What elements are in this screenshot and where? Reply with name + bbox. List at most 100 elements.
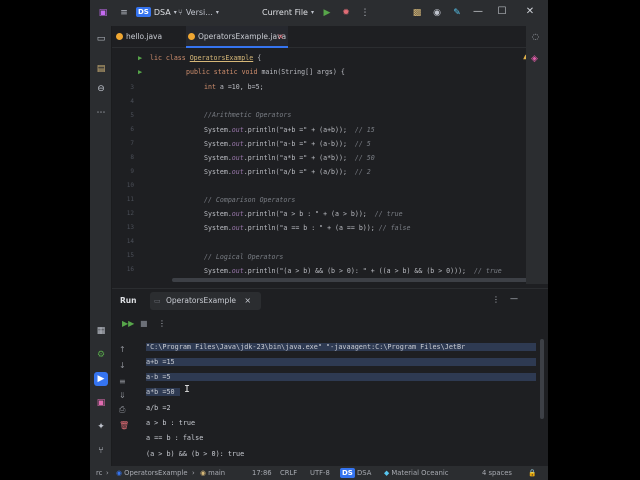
code-text: {	[253, 54, 262, 62]
code-text: main(String[] args) {	[261, 68, 345, 76]
soft-wrap-icon[interactable]: ≡	[119, 377, 126, 386]
run-icon[interactable]: ▶	[320, 6, 334, 20]
java-file-icon	[188, 33, 195, 40]
code-text: a =10, b=5;	[219, 83, 264, 91]
scroll-up-icon[interactable]: ↑	[119, 345, 126, 354]
ai-plugin-icon[interactable]: ◈	[531, 54, 538, 64]
project-badge: DS	[136, 7, 151, 17]
method-icon: ◉	[200, 469, 209, 477]
notifications-icon[interactable]: ◌	[532, 32, 539, 41]
settings-tool-icon[interactable]: ✎	[450, 6, 464, 20]
java-file-icon	[116, 33, 123, 40]
close-run-tab-icon[interactable]: ×	[244, 296, 251, 305]
print-icon[interactable]: ⎙	[119, 405, 125, 415]
main-menu-icon[interactable]: ≡	[117, 6, 131, 20]
run-tab-operators-example[interactable]: ▭ OperatorsExample ×	[150, 292, 262, 310]
scroll-to-end-icon[interactable]: ⇓	[119, 391, 126, 400]
theme-indicator[interactable]: ◆ Material Oceanic	[384, 469, 449, 477]
console-line: "C:\Program Files\Java\jdk-23\bin\java.e…	[146, 343, 536, 351]
code-line-15: // Logical Operators	[204, 253, 284, 261]
console-line: a+b =15	[146, 358, 536, 366]
vcs-widget[interactable]: ⑂ Versi... ▾	[178, 8, 219, 17]
services-icon[interactable]: ▦	[94, 324, 108, 338]
console-line: a == b : false	[146, 434, 204, 442]
minimize-button[interactable]: —	[466, 6, 490, 17]
problems-icon[interactable]: ✦	[94, 420, 108, 434]
indent-indicator[interactable]: 4 spaces	[482, 469, 512, 477]
tab-operators-example[interactable]: OperatorsExample.java ×	[186, 26, 288, 48]
line-separator[interactable]: CRLF	[280, 469, 297, 477]
line-number: 7	[130, 140, 134, 147]
project-badge: DS	[340, 468, 355, 478]
run-tab-label: OperatorsExample	[166, 296, 237, 305]
terminal-icon[interactable]: ▣	[94, 396, 108, 410]
run-tool-icon[interactable]: ▶	[94, 372, 108, 386]
status-bar: rc › ◉ OperatorsExample › ◉ main 17:86 C…	[90, 466, 548, 480]
ide-window: ▣ ≡ DS DSA ▾ ⑂ Versi... ▾ Current File ▾…	[90, 0, 548, 480]
run-panel: Run ▭ OperatorsExample × ⋮ — ▶▶ ■ ⋮ ↑ ↓ …	[112, 288, 548, 466]
run-toolbar: ▶▶ ■ ⋮	[112, 319, 548, 333]
chevron-down-icon: ▾	[310, 9, 314, 16]
console-scrollbar[interactable]	[540, 339, 544, 419]
run-gutter-icon[interactable]: ▶	[138, 54, 142, 62]
run-panel-header: Run ▭ OperatorsExample × ⋮ —	[112, 289, 548, 313]
scroll-down-icon[interactable]: ↓	[119, 361, 126, 370]
tab-label: OperatorsExample.java	[198, 32, 287, 41]
tab-hello-java[interactable]: hello.java	[114, 26, 184, 48]
debug-icon[interactable]: ✹	[339, 6, 353, 20]
console-line: a/b =2	[146, 404, 171, 412]
more-actions-icon[interactable]: ⋮	[358, 6, 372, 20]
line-number: 12	[126, 210, 134, 217]
project-folder-icon[interactable]: ▭	[94, 32, 108, 46]
code-editor[interactable]: 3 4 5 6 7 8 9 10 11 12 13 14 15 16 ▶ ▶ l…	[112, 48, 548, 284]
line-number: 8	[130, 154, 134, 161]
code-line-9: System.out.println("a/b =" + (a/b)); // …	[204, 168, 371, 176]
code-line-5: //Arithmetic Operators	[204, 111, 292, 119]
chevron-down-icon: ▾	[215, 9, 219, 16]
project-selector[interactable]: DS DSA ▾	[136, 7, 177, 17]
git-icon[interactable]: ⑂	[94, 444, 108, 458]
hide-panel-icon[interactable]: —	[510, 294, 518, 303]
project-indicator[interactable]: DS DSA	[340, 468, 371, 478]
close-tab-icon[interactable]: ×	[277, 26, 284, 48]
commit-icon[interactable]: ⊖	[94, 82, 108, 96]
console-line: a*b =50	[146, 388, 180, 396]
close-button[interactable]: ✕	[518, 6, 542, 17]
clear-console-icon[interactable]: 🗑	[119, 421, 129, 430]
breadcrumb-root[interactable]: rc	[96, 469, 102, 477]
console-side-toolbar: ↑ ↓ ≡ ⇓ ⎙ 🗑	[112, 339, 134, 469]
console-output[interactable]: "C:\Program Files\Java\jdk-23\bin\java.e…	[146, 339, 536, 459]
breadcrumb-separator: ›	[192, 469, 195, 477]
editor-tabs: hello.java OperatorsExample.java × ⋮	[112, 26, 548, 48]
line-number: 16	[126, 266, 134, 273]
run-gutter-icon[interactable]: ▶	[138, 68, 142, 76]
code-keyword: public static void	[186, 68, 262, 76]
breadcrumb-class[interactable]: ◉ OperatorsExample	[116, 469, 188, 477]
line-number: 9	[130, 168, 134, 175]
plugin-icon[interactable]: ▩	[410, 6, 424, 20]
horizontal-scrollbar[interactable]	[172, 278, 532, 282]
run-options-icon[interactable]: ⋮	[492, 295, 500, 304]
lock-icon[interactable]: 🔒	[528, 469, 536, 477]
run-config-label: Current File	[262, 8, 308, 17]
rerun-icon[interactable]: ▶▶	[122, 319, 134, 328]
console-line: a-b =5	[146, 373, 536, 381]
maximize-button[interactable]: ☐	[490, 6, 514, 17]
breadcrumb-separator: ›	[106, 469, 109, 477]
more-tools-icon[interactable]: ⋯	[94, 106, 108, 120]
ai-assistant-icon[interactable]: ◉	[430, 6, 444, 20]
structure-icon[interactable]: ▤	[94, 62, 108, 76]
vcs-label: Versi...	[185, 8, 213, 17]
settings-icon[interactable]: ⚙	[94, 348, 108, 362]
left-tool-strip: ▭ ▤ ⊖ ⋯ ▦ ⚙ ▶ ▣ ✦ ⑂	[90, 26, 112, 468]
stop-icon[interactable]: ■	[140, 319, 148, 328]
breadcrumb-method[interactable]: ◉ main	[200, 469, 225, 477]
code-line-13: System.out.println("a == b : " + (a == b…	[204, 224, 411, 232]
console-line: (a > b) && (b > 0): true	[146, 450, 245, 458]
more-run-actions-icon[interactable]: ⋮	[158, 319, 166, 328]
caret-position[interactable]: 17:86	[252, 469, 272, 477]
run-config-selector[interactable]: Current File ▾	[262, 8, 314, 17]
line-number: 13	[126, 224, 134, 231]
file-encoding[interactable]: UTF-8	[310, 469, 330, 477]
project-name: DSA	[153, 7, 171, 17]
